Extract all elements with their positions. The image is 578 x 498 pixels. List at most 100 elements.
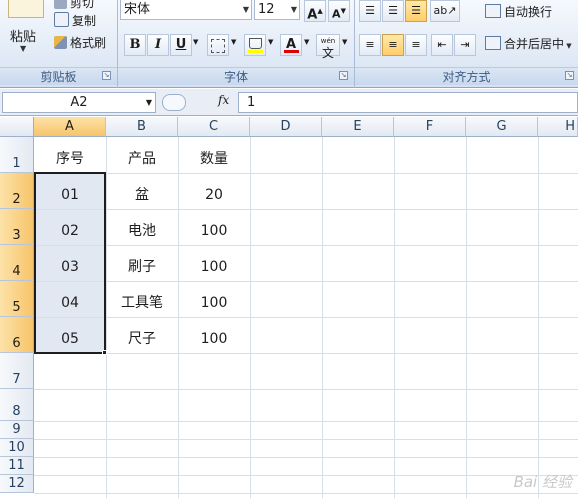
cell-c3[interactable]: 100 bbox=[178, 213, 250, 249]
row-header-5[interactable]: 5 bbox=[0, 281, 34, 317]
italic-button[interactable]: I bbox=[147, 34, 169, 56]
chevron-down-icon[interactable]: ▼ bbox=[146, 93, 152, 112]
column-header-a[interactable]: A bbox=[34, 117, 106, 137]
cell-c1[interactable]: 数量 bbox=[178, 141, 250, 177]
row-header-8[interactable]: 8 bbox=[0, 389, 34, 421]
borders-icon bbox=[211, 39, 225, 53]
cell-c5[interactable]: 100 bbox=[178, 285, 250, 321]
paste-dropdown-arrow[interactable]: ▼ bbox=[20, 44, 26, 53]
scissors-icon bbox=[54, 0, 67, 9]
align-bottom-button[interactable]: ☰ bbox=[405, 0, 427, 22]
row-header-11[interactable]: 11 bbox=[0, 457, 34, 475]
row-header-1[interactable]: 1 bbox=[0, 137, 34, 173]
row-header-4[interactable]: 4 bbox=[0, 245, 34, 281]
column-header-f[interactable]: F bbox=[394, 117, 466, 137]
font-name-combo[interactable]: 宋体 ▼ bbox=[120, 0, 252, 20]
shrink-font-button[interactable]: A▼ bbox=[328, 0, 350, 22]
copy-button[interactable]: 复制 bbox=[54, 12, 96, 30]
clipboard-dialog-launcher-icon[interactable]: ↘ bbox=[102, 71, 111, 80]
row-header-9[interactable]: 9 bbox=[0, 421, 34, 439]
align-bottom-icon: ☰ bbox=[411, 4, 421, 17]
font-size-value: 12 bbox=[258, 2, 275, 17]
resize-handle-icon[interactable] bbox=[162, 94, 186, 111]
font-dialog-launcher-icon[interactable]: ↘ bbox=[339, 71, 348, 80]
borders-dropdown-arrow[interactable]: ▼ bbox=[231, 38, 236, 46]
decrease-indent-button[interactable]: ⇤ bbox=[431, 34, 453, 56]
cell-c6[interactable]: 100 bbox=[178, 321, 250, 357]
cell-b1[interactable]: 产品 bbox=[106, 141, 178, 177]
row-header-2[interactable]: 2 bbox=[0, 173, 34, 209]
format-painter-label: 格式刷 bbox=[70, 36, 107, 50]
bold-button[interactable]: B bbox=[124, 34, 146, 56]
row-header-12[interactable]: 12 bbox=[0, 475, 34, 493]
alignment-dialog-launcher-icon[interactable]: ↘ bbox=[565, 71, 574, 80]
cut-button[interactable]: 剪切 bbox=[54, 0, 94, 12]
align-top-button[interactable]: ☰ bbox=[359, 0, 381, 22]
font-color-dropdown-arrow[interactable]: ▼ bbox=[304, 38, 309, 46]
cell-b5[interactable]: 工具笔 bbox=[106, 285, 178, 321]
phonetic-button[interactable]: wén 文 bbox=[316, 34, 340, 59]
align-center-button[interactable]: ≡ bbox=[382, 34, 404, 56]
wrap-text-button[interactable]: 自动换行 bbox=[485, 2, 552, 22]
underline-dropdown-arrow[interactable]: ▼ bbox=[193, 38, 198, 46]
cut-label: 剪切 bbox=[70, 0, 95, 10]
phonetic-dropdown-arrow[interactable]: ▼ bbox=[342, 38, 347, 46]
formula-input[interactable]: 1 bbox=[238, 92, 578, 113]
name-box-value: A2 bbox=[70, 95, 88, 110]
gridline bbox=[34, 421, 578, 422]
grow-font-button[interactable]: A▲ bbox=[304, 0, 326, 22]
column-header-e[interactable]: E bbox=[322, 117, 394, 137]
column-header-c[interactable]: C bbox=[178, 117, 250, 137]
align-left-button[interactable]: ≡ bbox=[359, 34, 381, 56]
chevron-down-icon[interactable]: ▼ bbox=[243, 0, 249, 19]
gridline bbox=[34, 493, 578, 494]
font-name-value: 宋体 bbox=[124, 2, 151, 17]
merge-center-button[interactable]: 合并后居中 ▼ bbox=[485, 34, 572, 54]
watermark: Bai 经验 bbox=[513, 473, 572, 491]
fill-dropdown-arrow[interactable]: ▼ bbox=[268, 38, 273, 46]
row-header-10[interactable]: 10 bbox=[0, 439, 34, 457]
fill-handle[interactable] bbox=[102, 350, 107, 355]
column-header-h[interactable]: H bbox=[538, 117, 578, 137]
increase-indent-button[interactable]: ⇥ bbox=[454, 34, 476, 56]
shrink-font-icon: A bbox=[332, 7, 341, 21]
align-top-icon: ☰ bbox=[365, 4, 375, 17]
row-header-7[interactable]: 7 bbox=[0, 353, 34, 389]
format-painter-button[interactable]: 格式刷 bbox=[54, 34, 106, 52]
borders-button[interactable] bbox=[207, 34, 229, 56]
cell-c4[interactable]: 100 bbox=[178, 249, 250, 285]
copy-icon bbox=[54, 12, 69, 27]
merge-dropdown-arrow[interactable]: ▼ bbox=[564, 42, 571, 50]
font-size-combo[interactable]: 12 ▼ bbox=[254, 0, 300, 20]
paste-button[interactable]: 粘贴 bbox=[10, 26, 36, 45]
paintbrush-icon bbox=[54, 36, 67, 49]
align-center-icon: ≡ bbox=[388, 38, 398, 51]
select-all-corner[interactable] bbox=[0, 117, 34, 137]
column-header-b[interactable]: B bbox=[106, 117, 178, 137]
worksheet-grid[interactable]: A B C D E F G H 1 2 3 4 5 6 7 8 9 10 11 … bbox=[0, 117, 578, 498]
cell-c2[interactable]: 20 bbox=[178, 177, 250, 213]
paste-clipboard-icon[interactable] bbox=[8, 0, 44, 18]
column-header-g[interactable]: G bbox=[466, 117, 538, 137]
fx-icon[interactable]: fx bbox=[218, 93, 229, 107]
grow-font-icon: A bbox=[307, 7, 318, 23]
orientation-button[interactable]: ab↗ bbox=[430, 0, 460, 22]
row-header-3[interactable]: 3 bbox=[0, 209, 34, 245]
underline-button[interactable]: U bbox=[170, 34, 192, 56]
cell-b6[interactable]: 尺子 bbox=[106, 321, 178, 357]
cell-b2[interactable]: 盆 bbox=[106, 177, 178, 213]
phonetic-glyph: 文 bbox=[321, 46, 334, 60]
formula-controls: fx bbox=[160, 92, 236, 113]
fill-color-button[interactable] bbox=[244, 34, 266, 56]
column-header-d[interactable]: D bbox=[250, 117, 322, 137]
decrease-indent-icon: ⇤ bbox=[437, 38, 447, 51]
cell-b3[interactable]: 电池 bbox=[106, 213, 178, 249]
cell-b4[interactable]: 刷子 bbox=[106, 249, 178, 285]
align-right-button[interactable]: ≡ bbox=[405, 34, 427, 56]
row-header-6[interactable]: 6 bbox=[0, 317, 34, 353]
font-color-button[interactable]: A bbox=[280, 34, 302, 56]
name-box[interactable]: A2 ▼ bbox=[2, 92, 156, 113]
gridline bbox=[34, 439, 578, 440]
chevron-down-icon[interactable]: ▼ bbox=[291, 0, 297, 19]
align-middle-button[interactable]: ☰ bbox=[382, 0, 404, 22]
